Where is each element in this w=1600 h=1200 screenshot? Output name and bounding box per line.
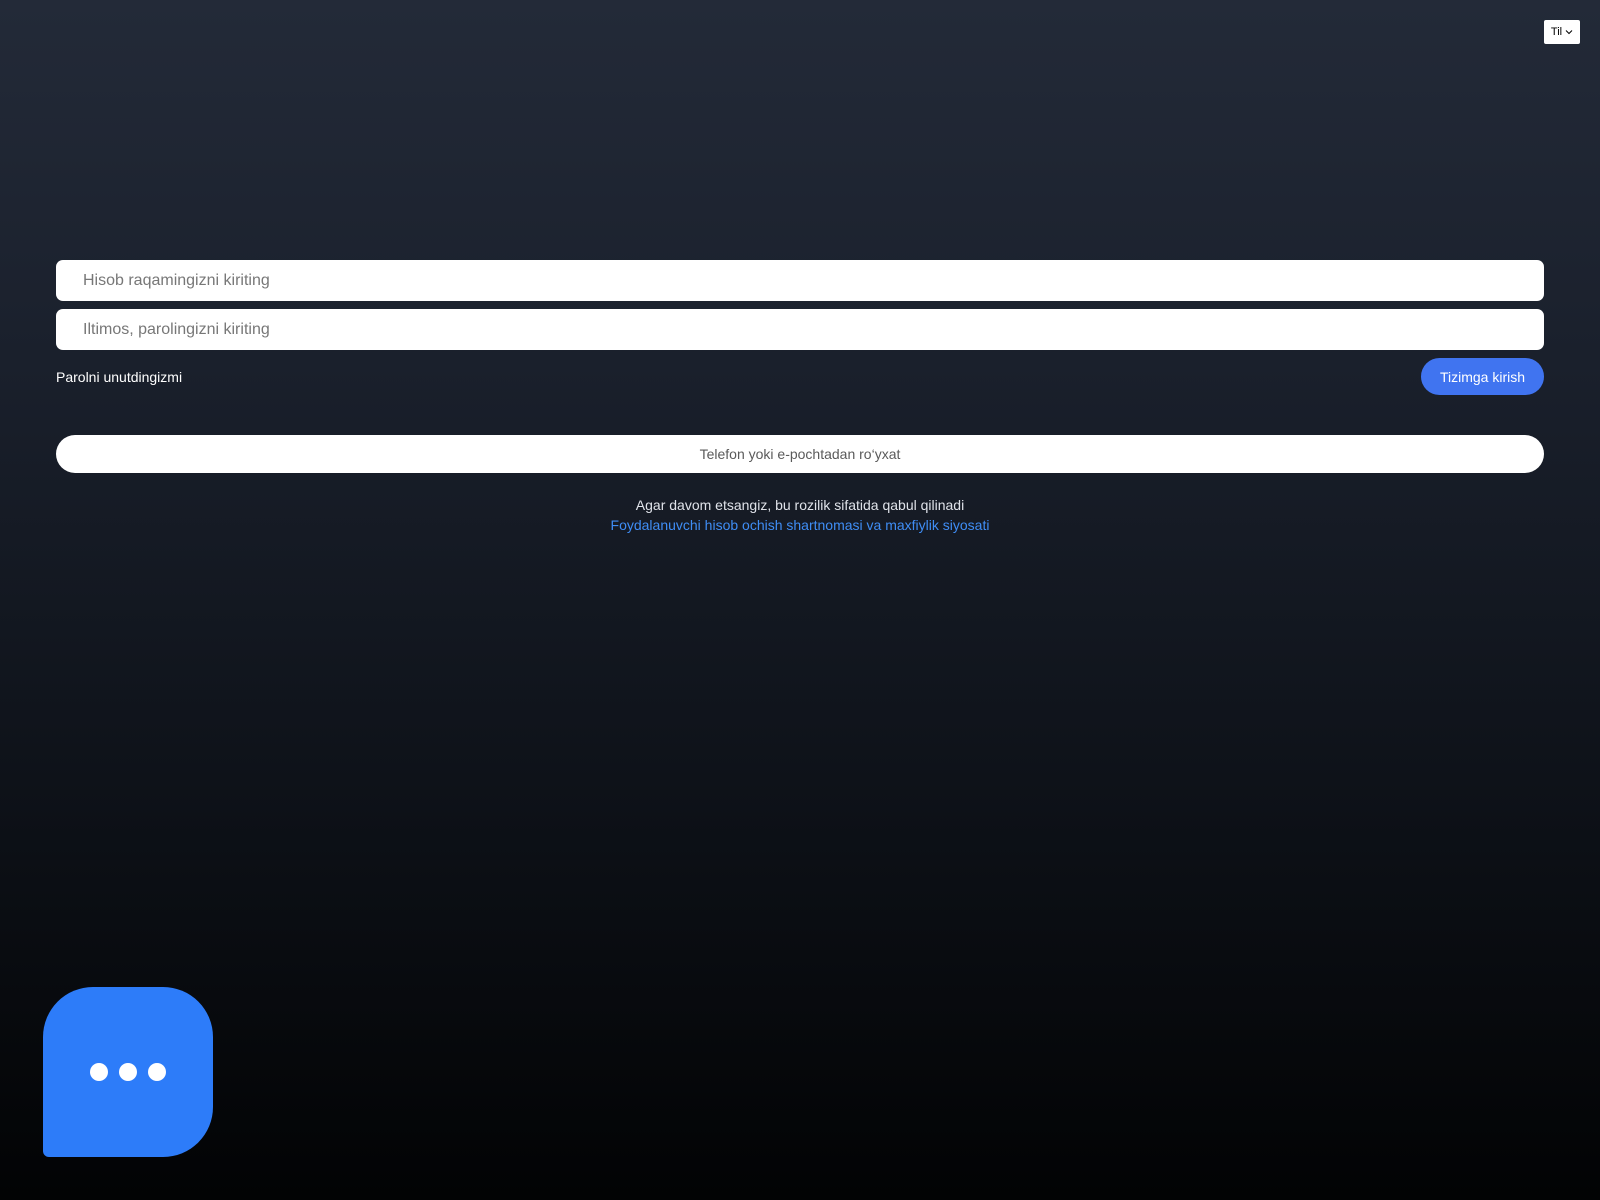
account-input[interactable]: [81, 270, 1544, 291]
language-selector[interactable]: Til: [1544, 20, 1580, 44]
terms-link[interactable]: Foydalanuvchi hisob ochish shartnomasi v…: [611, 515, 990, 535]
form-actions-row: Parolni unutdingizmi Tizimga kirish: [56, 358, 1544, 395]
account-field: [56, 260, 1544, 301]
chat-dot-icon: [90, 1063, 108, 1081]
terms-notice: Agar davom etsangiz, bu rozilik sifatida…: [56, 495, 1544, 535]
chat-widget-button[interactable]: [43, 987, 213, 1157]
terms-text: Agar davom etsangiz, bu rozilik sifatida…: [635, 497, 965, 513]
password-field: [56, 309, 1544, 350]
chat-dot-icon: [119, 1063, 137, 1081]
register-button[interactable]: Telefon yoki e-pochtadan ro‘yxat: [56, 435, 1544, 473]
login-form: Parolni unutdingizmi Tizimga kirish Tele…: [56, 260, 1544, 535]
language-selector-label: Til: [1550, 26, 1563, 38]
chat-dot-icon: [148, 1063, 166, 1081]
password-input[interactable]: [81, 319, 1544, 340]
login-button[interactable]: Tizimga kirish: [1421, 358, 1544, 395]
forgot-password-link[interactable]: Parolni unutdingizmi: [56, 369, 182, 385]
chevron-down-icon: [1565, 30, 1573, 35]
